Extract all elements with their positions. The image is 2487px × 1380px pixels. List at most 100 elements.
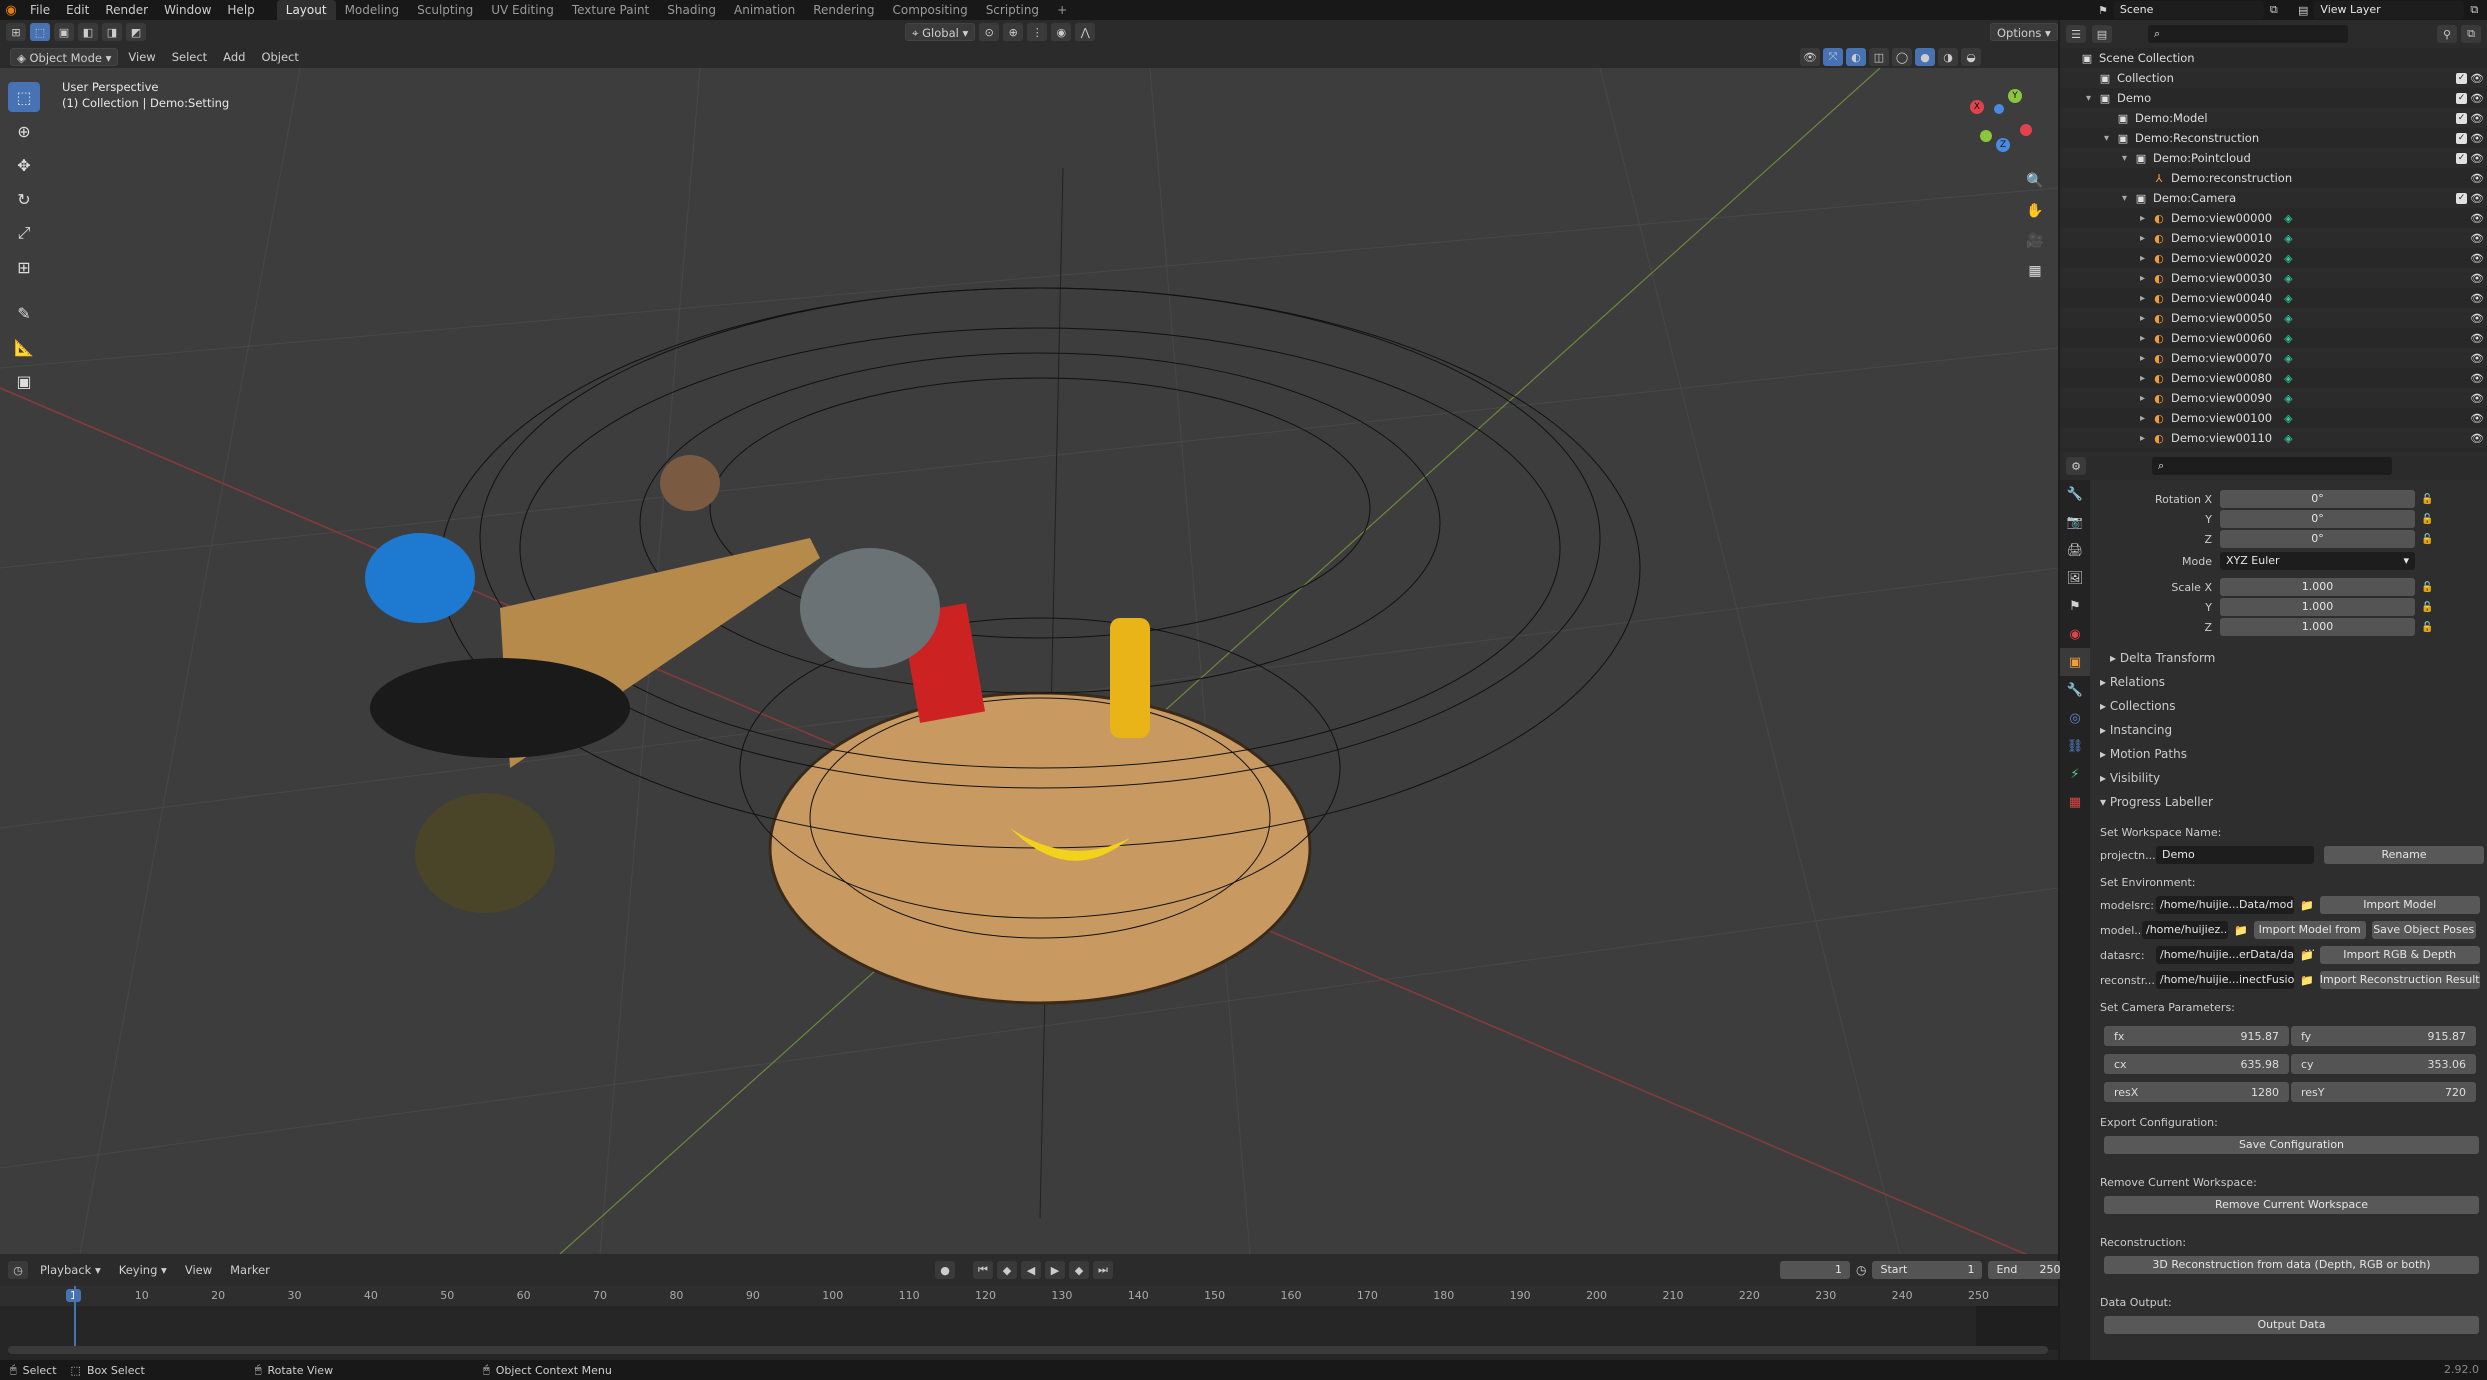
exclude-checkbox[interactable]: ✓ [2456, 192, 2467, 204]
exclude-checkbox[interactable]: ✓ [2456, 152, 2467, 164]
eye-icon[interactable]: 👁 [2470, 432, 2484, 445]
eye-icon[interactable]: 👁 [2470, 332, 2484, 345]
camera-data-icon[interactable]: ◈ [2284, 252, 2292, 265]
mode-dropdown[interactable]: ◈ Object Mode ▾ [10, 48, 119, 66]
exclude-checkbox[interactable]: ✓ [2456, 132, 2467, 144]
transform-orientation-dropdown[interactable]: ⌖ Global ▾ [905, 23, 976, 41]
outliner-row[interactable]: ▣ Collection ✓ 👁 [2060, 68, 2487, 88]
play-icon[interactable]: ▶ [1045, 1261, 1065, 1279]
constraint-tab-icon[interactable]: ⛓ [2060, 732, 2090, 760]
select-invert-icon[interactable]: ◩ [126, 23, 146, 41]
modelsrc-input[interactable]: /home/huijie...Data/model/ [2156, 896, 2294, 914]
falloff-icon[interactable]: ⋀ [1075, 23, 1096, 41]
chevron-right-icon[interactable]: ▸ [2140, 393, 2152, 404]
delta-transform-panel[interactable]: ▸ Delta Transform [2110, 646, 2215, 670]
panel-instancing[interactable]: ▸ Instancing [2090, 718, 2487, 742]
playhead[interactable] [74, 1286, 76, 1346]
play-reverse-icon[interactable]: ◀ [1021, 1261, 1041, 1279]
tab-modeling[interactable]: Modeling [336, 0, 409, 20]
chevron-right-icon[interactable]: ▸ [2140, 333, 2152, 344]
tab-texture-paint[interactable]: Texture Paint [563, 0, 658, 20]
outliner-row[interactable]: ▸ ◐ Demo:view00100 ◈ 👁 [2060, 408, 2487, 428]
project-name-input[interactable]: Demo [2156, 846, 2314, 864]
view-layer-tab-icon[interactable]: 🖼 [2060, 564, 2090, 592]
snap-icon[interactable]: ⊕ [1003, 23, 1024, 41]
camera-data-icon[interactable]: ◈ [2284, 372, 2292, 385]
rotation-x-field[interactable]: 0° [2220, 490, 2415, 508]
snap-target-icon[interactable]: ⋮ [1027, 23, 1048, 41]
outliner[interactable]: ▣ Scene Collection ▣ Collection ✓ 👁 ▾ ▣ Demo ✓ 👁 ▣ D… [2060, 48, 2487, 452]
camera-data-icon[interactable]: ◈ [2284, 312, 2292, 325]
camera-data-icon[interactable]: ◈ [2284, 432, 2292, 445]
outliner-row[interactable]: ▾ ▣ Demo:Pointcloud ✓ 👁 [2060, 148, 2487, 168]
eye-icon[interactable]: 👁 [2470, 72, 2484, 85]
editor-type-icon[interactable]: ⊞ [6, 23, 26, 41]
camera-data-icon[interactable]: ◈ [2284, 212, 2292, 225]
lock-icon[interactable]: 🔓 [2421, 602, 2433, 613]
menu-select[interactable]: Select [166, 48, 213, 66]
wireframe-shading-icon[interactable]: ◯ [1892, 48, 1912, 66]
outliner-row[interactable]: ▸ ◐ Demo:view00090 ◈ 👁 [2060, 388, 2487, 408]
navigation-gizmo[interactable]: Y X Z [1966, 86, 2038, 158]
tool-tab-icon[interactable]: 🔧 [2060, 480, 2090, 508]
import-model-from-button[interactable]: Import Model from ... [2253, 921, 2366, 954]
current-frame-field[interactable]: 1 [1780, 1261, 1850, 1279]
import-model-button[interactable]: Import Model [2319, 896, 2480, 914]
physics-tab-icon[interactable]: ◎ [2060, 704, 2090, 732]
outliner-row[interactable]: ▸ ◐ Demo:view00050 ◈ 👁 [2060, 308, 2487, 328]
outliner-search-input[interactable]: ⌕ [2148, 25, 2348, 43]
panel-motion-paths[interactable]: ▸ Motion Paths [2090, 742, 2487, 766]
folder-icon[interactable]: 📁 [2234, 924, 2248, 937]
view-layer-selector[interactable]: ▤ View Layer ⧉ [2298, 1, 2478, 19]
outliner-editor-icon[interactable]: ☰ [2066, 25, 2086, 43]
chevron-right-icon[interactable]: ▸ [2140, 233, 2152, 244]
eye-icon[interactable]: 👁 [2470, 392, 2484, 405]
eye-icon[interactable]: 👁 [2470, 252, 2484, 265]
gizmo-neg-x-axis[interactable] [2020, 124, 2032, 136]
exclude-checkbox[interactable]: ✓ [2456, 72, 2467, 84]
camera-data-icon[interactable]: ◈ [2284, 292, 2292, 305]
eye-icon[interactable]: 👁 [2470, 292, 2484, 305]
outliner-row[interactable]: ▸ ◐ Demo:view00040 ◈ 👁 [2060, 288, 2487, 308]
chevron-right-icon[interactable]: ▸ [2140, 353, 2152, 364]
eye-icon[interactable]: 👁 [2470, 172, 2484, 185]
render-tab-icon[interactable]: 📷 [2060, 508, 2090, 536]
model-input[interactable]: /home/huijiez... [2142, 921, 2228, 939]
add-cube-icon[interactable]: ▣ [8, 366, 40, 396]
exclude-checkbox[interactable]: ✓ [2456, 112, 2467, 124]
new-view-layer-icon[interactable]: ⧉ [2470, 3, 2478, 17]
select-box-icon[interactable]: ⬚ [8, 82, 40, 112]
rotation-mode-dropdown[interactable]: XYZ Euler ▾ [2220, 552, 2415, 570]
reconstruction-button[interactable]: 3D Reconstruction from data (Depth, RGB … [2104, 1256, 2479, 1274]
panel-collections[interactable]: ▸ Collections [2090, 694, 2487, 718]
menu-object[interactable]: Object [255, 48, 304, 66]
record-icon[interactable]: ● [935, 1261, 955, 1279]
data-tab-icon[interactable]: ⚡ [2060, 760, 2090, 788]
fx-field[interactable]: fx 915.87 [2104, 1026, 2289, 1046]
blender-logo-icon[interactable]: ◉ [0, 3, 22, 18]
xray-icon[interactable]: ◫ [1869, 48, 1889, 66]
camera-data-icon[interactable]: ◈ [2284, 392, 2292, 405]
chevron-right-icon[interactable]: ▸ [2140, 293, 2152, 304]
eye-icon[interactable]: 👁 [2470, 112, 2484, 125]
eye-icon[interactable]: 👁 [2470, 212, 2484, 225]
menu-add[interactable]: Add [217, 48, 251, 66]
new-collection-icon[interactable]: ⧉ [2461, 25, 2481, 43]
folder-icon[interactable]: 📁 [2300, 949, 2314, 962]
lock-icon[interactable]: 🔓 [2421, 494, 2433, 505]
chevron-down-icon[interactable]: ▾ [2122, 193, 2134, 204]
display-mode-icon[interactable]: ▤ [2092, 25, 2112, 43]
outliner-row[interactable]: ▾ ▣ Demo:Reconstruction ✓ 👁 [2060, 128, 2487, 148]
gizmo-neg-y-axis[interactable] [1980, 130, 1992, 142]
solid-shading-icon[interactable]: ● [1915, 48, 1935, 66]
menu-keying[interactable]: Keying ▾ [113, 1261, 173, 1279]
ortho-grid-icon[interactable]: ▦ [2022, 258, 2048, 284]
menu-file[interactable]: File [22, 0, 58, 20]
cy-field[interactable]: cy 353.06 [2291, 1054, 2476, 1074]
gizmo-y-axis[interactable]: Y [2008, 89, 2022, 103]
scale-x-field[interactable]: 1.000 [2220, 578, 2415, 596]
eye-icon[interactable]: 👁 [2470, 272, 2484, 285]
measure-icon[interactable]: 📐 [8, 332, 40, 362]
chevron-right-icon[interactable]: ▸ [2140, 413, 2152, 424]
object-tab-icon[interactable]: ▣ [2060, 648, 2090, 676]
